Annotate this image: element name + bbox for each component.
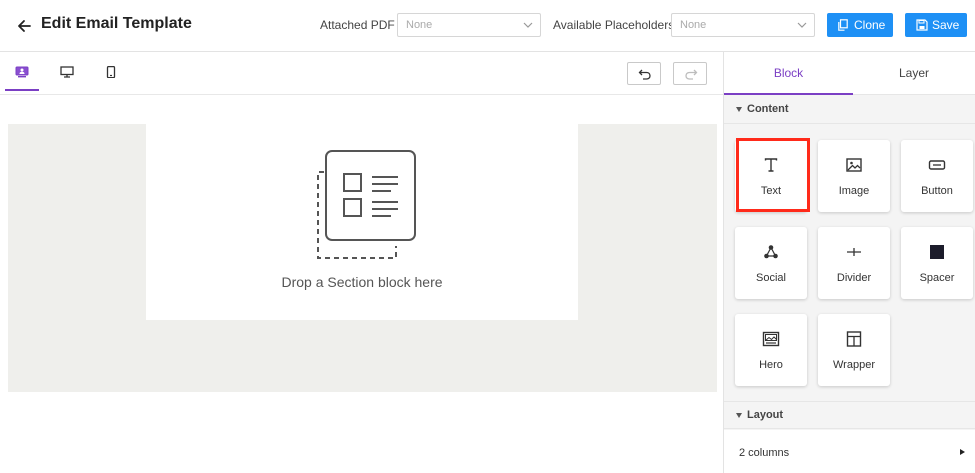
canvas-toolbar — [0, 52, 723, 95]
block-button[interactable]: Button — [901, 140, 973, 212]
block-label: Social — [756, 272, 786, 284]
block-label: Image — [838, 185, 870, 197]
personal-device-icon — [15, 66, 29, 78]
back-arrow-icon[interactable] — [14, 16, 34, 36]
section-block-icon — [317, 150, 416, 259]
redo-icon — [685, 69, 698, 80]
caret-down-icon — [736, 107, 742, 112]
clone-button[interactable]: Clone — [827, 13, 893, 37]
block-wrapper[interactable]: Wrapper — [818, 314, 890, 386]
layout-section-header[interactable]: Layout — [724, 401, 975, 429]
undo-icon — [638, 69, 651, 80]
attached-pdf-select[interactable]: None — [397, 13, 541, 37]
block-label: Hero — [759, 359, 783, 371]
panel-tabs: Block Layer — [724, 52, 975, 95]
clone-label: Clone — [854, 18, 886, 32]
top-header: Edit Email Template Attached PDF None Av… — [0, 0, 975, 52]
redo-button[interactable] — [673, 62, 707, 85]
block-social[interactable]: Social — [735, 227, 807, 299]
wrapper-icon — [846, 331, 862, 347]
hero-icon — [762, 331, 780, 347]
block-label: Button — [921, 185, 953, 197]
desktop-icon — [60, 66, 74, 78]
content-section-header[interactable]: Content — [724, 96, 975, 124]
layout-item-label: 2 columns — [739, 447, 790, 459]
block-label: Divider — [836, 272, 872, 284]
copy-icon — [838, 19, 848, 31]
button-icon — [928, 160, 946, 170]
block-divider[interactable]: Divider — [818, 227, 890, 299]
content-blocks-grid: Text Image Button Social Divider Spacer … — [724, 125, 975, 401]
undo-button[interactable] — [627, 62, 661, 85]
attached-pdf-label: Attached PDF — [320, 18, 395, 32]
save-label: Save — [932, 18, 960, 32]
tab-layer[interactable]: Layer — [853, 52, 975, 95]
attached-pdf-value: None — [406, 19, 433, 31]
layout-item-2-columns[interactable]: 2 columns — [724, 430, 975, 473]
chevron-down-icon — [797, 22, 807, 28]
mobile-icon — [106, 66, 116, 78]
chevron-down-icon — [523, 22, 533, 28]
email-canvas[interactable]: Drop a Section block here — [0, 95, 723, 473]
placeholders-value: None — [680, 19, 707, 31]
right-panel: Block Layer Content Text Image Button So… — [724, 52, 975, 473]
placeholders-select[interactable]: None — [671, 13, 815, 37]
spacer-icon — [930, 245, 944, 259]
block-text[interactable]: Text — [735, 140, 807, 212]
social-icon — [764, 245, 778, 259]
block-label: Spacer — [919, 272, 955, 284]
tab-mobile[interactable] — [94, 52, 128, 91]
save-button[interactable]: Save — [905, 13, 967, 37]
block-image[interactable]: Image — [818, 140, 890, 212]
drop-hint-text: Drop a Section block here — [281, 274, 443, 290]
caret-down-icon — [736, 413, 742, 418]
block-spacer[interactable]: Spacer — [901, 227, 973, 299]
caret-right-icon — [960, 449, 965, 455]
block-label: Wrapper — [833, 359, 875, 371]
content-section-label: Content — [747, 103, 789, 115]
placeholders-label: Available Placeholders — [553, 18, 675, 32]
layout-section-label: Layout — [747, 409, 784, 421]
section-drop-zone[interactable]: Drop a Section block here — [146, 124, 578, 320]
text-icon — [764, 158, 778, 172]
save-icon — [916, 19, 928, 31]
block-label: Text — [760, 185, 782, 197]
tab-block[interactable]: Block — [724, 52, 853, 95]
tab-desktop[interactable] — [50, 52, 84, 91]
image-icon — [846, 158, 862, 172]
tab-personal-device[interactable] — [5, 52, 39, 91]
page-title: Edit Email Template — [41, 15, 192, 32]
block-hero[interactable]: Hero — [735, 314, 807, 386]
divider-icon — [847, 248, 861, 256]
